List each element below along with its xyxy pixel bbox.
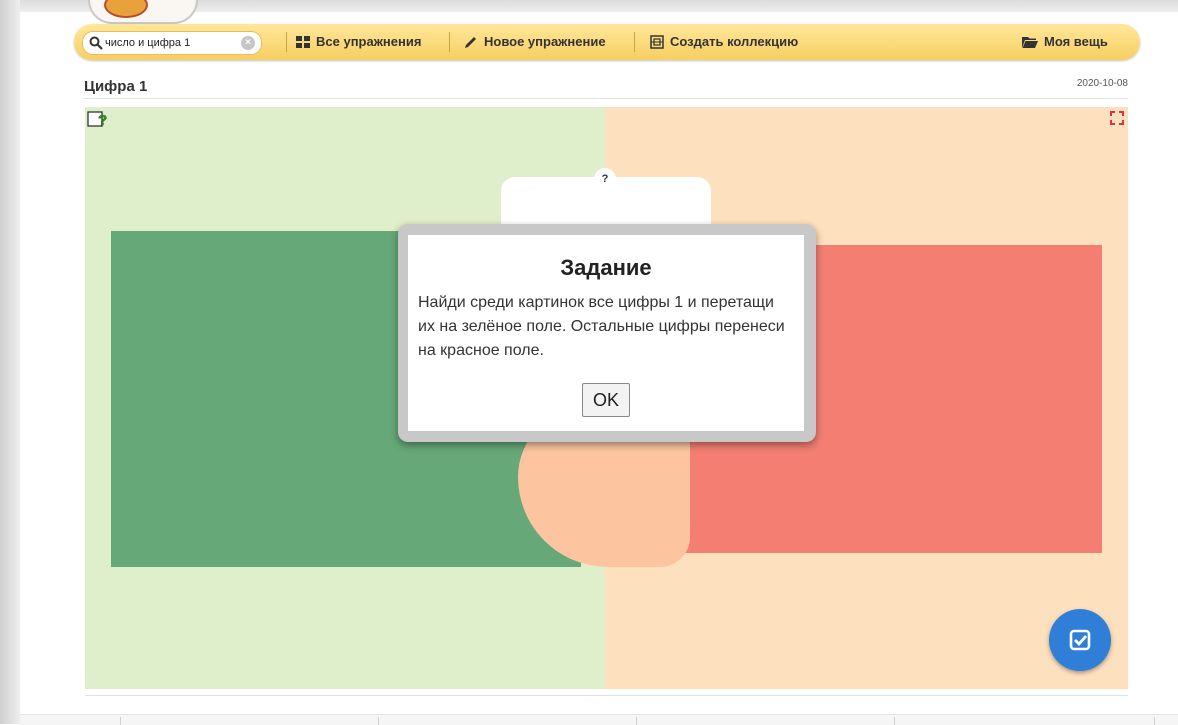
left-gutter <box>0 0 20 724</box>
toolbar-divider <box>449 32 450 52</box>
dialog-text: Найди среди картинок все цифры 1 и перет… <box>418 294 785 359</box>
content-divider <box>85 695 1128 696</box>
create-collection-button[interactable]: Создать коллекцию <box>650 32 798 52</box>
svg-text:?: ? <box>98 112 107 129</box>
site-logo[interactable] <box>88 0 198 24</box>
fullscreen-icon[interactable] <box>1110 111 1124 125</box>
new-exercise-button[interactable]: Новое упражнение <box>464 32 606 52</box>
task-dialog: Задание Найди среди картинок все цифры 1… <box>398 224 816 442</box>
search-icon <box>89 36 103 50</box>
collection-icon <box>650 35 664 49</box>
all-exercises-button[interactable]: Все упражнения <box>296 32 421 52</box>
card-marker: ? <box>594 168 616 190</box>
toolbar-divider <box>634 32 635 52</box>
search-input[interactable] <box>105 34 235 52</box>
my-stuff-button[interactable]: Моя вещь <box>1022 32 1108 52</box>
search-box: × <box>82 31 262 55</box>
footer-strip <box>20 714 1178 725</box>
new-exercise-label: Новое упражнение <box>484 34 606 49</box>
folder-icon <box>1022 37 1038 48</box>
pencil-icon <box>465 37 476 48</box>
grid-icon <box>296 36 310 48</box>
dialog-title: Задание <box>560 255 652 280</box>
help-icon[interactable]: ? <box>87 109 107 129</box>
clear-search-icon[interactable]: × <box>241 36 255 50</box>
check-answer-button[interactable] <box>1049 609 1111 671</box>
create-collection-label: Создать коллекцию <box>670 34 799 49</box>
toolbar-divider <box>286 32 287 52</box>
my-stuff-label: Моя вещь <box>1044 34 1108 49</box>
all-exercises-label: Все упражнения <box>316 34 422 49</box>
check-icon <box>1069 629 1091 651</box>
publish-date: 2020-10-08 <box>1076 78 1128 89</box>
page-title: Цифра 1 <box>84 78 148 95</box>
ok-button[interactable]: OK <box>582 383 630 417</box>
title-divider <box>84 98 1128 99</box>
top-toolbar: × Все упражнения Новое упражнение Создат… <box>74 24 1140 60</box>
